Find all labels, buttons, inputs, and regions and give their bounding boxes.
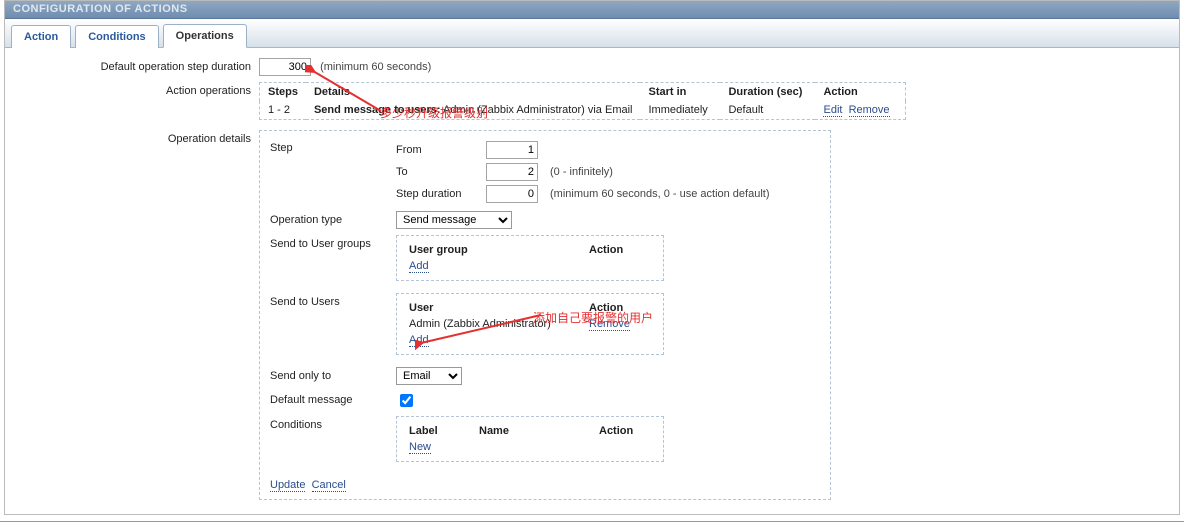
from-label: From bbox=[396, 139, 486, 161]
send-only-to-select[interactable]: Email bbox=[396, 367, 462, 385]
default-step-duration-label: Default operation step duration bbox=[13, 58, 259, 76]
step-duration-input[interactable] bbox=[486, 185, 538, 203]
conditions-box: Label Name Action New bbox=[396, 416, 664, 462]
default-step-duration-input[interactable] bbox=[259, 58, 311, 76]
user-group-add[interactable]: Add bbox=[409, 260, 429, 273]
to-label: To bbox=[396, 161, 486, 183]
details-cancel[interactable]: Cancel bbox=[312, 479, 346, 492]
conditions-new[interactable]: New bbox=[409, 441, 431, 454]
to-input[interactable] bbox=[486, 163, 538, 181]
step-duration-hint: (minimum 60 seconds, 0 - use action defa… bbox=[550, 188, 770, 200]
ops-row-edit[interactable]: Edit bbox=[823, 104, 842, 117]
step-label: Step bbox=[270, 139, 396, 154]
step-duration-label: Step duration bbox=[396, 183, 486, 205]
details-update[interactable]: Update bbox=[270, 479, 305, 492]
ops-row-startin: Immediately bbox=[640, 101, 720, 120]
operation-details-box: Step From To bbox=[259, 130, 831, 500]
ops-row-remove[interactable]: Remove bbox=[849, 104, 890, 117]
users-col2: Action bbox=[585, 300, 655, 316]
users-row-remove[interactable]: Remove bbox=[589, 318, 630, 331]
user-group-col1: User group bbox=[405, 242, 585, 258]
user-group-col2: Action bbox=[585, 242, 655, 258]
conditions-col3: Action bbox=[595, 423, 655, 439]
ops-row-details-rest: Admin (Zabbix Administrator) via Email bbox=[441, 104, 633, 116]
to-hint: (0 - infinitely) bbox=[550, 166, 613, 178]
operation-type-select[interactable]: Send message bbox=[396, 211, 512, 229]
action-operations-label: Action operations bbox=[13, 82, 259, 120]
from-input[interactable] bbox=[486, 141, 538, 159]
ops-col-startin: Start in bbox=[640, 83, 720, 102]
default-message-label: Default message bbox=[270, 391, 396, 406]
tabs-row: Action Conditions Operations bbox=[5, 19, 1179, 48]
conditions-col1: Label bbox=[405, 423, 475, 439]
page-header: CONFIGURATION OF ACTIONS bbox=[5, 1, 1179, 19]
default-message-checkbox[interactable] bbox=[400, 394, 413, 407]
ops-row-duration: Default bbox=[720, 101, 815, 120]
tab-operations[interactable]: Operations bbox=[163, 24, 247, 48]
ops-col-steps: Steps bbox=[260, 83, 306, 102]
operation-details-label: Operation details bbox=[13, 130, 259, 500]
tab-action[interactable]: Action bbox=[11, 25, 71, 48]
ops-col-action: Action bbox=[815, 83, 905, 102]
user-group-box: User group Action Add bbox=[396, 235, 664, 281]
send-only-to-label: Send only to bbox=[270, 367, 396, 382]
conditions-col2: Name bbox=[475, 423, 595, 439]
send-to-user-groups-label: Send to User groups bbox=[270, 235, 396, 250]
tab-conditions[interactable]: Conditions bbox=[75, 25, 158, 48]
ops-col-duration: Duration (sec) bbox=[720, 83, 815, 102]
operation-type-label: Operation type bbox=[270, 211, 396, 226]
ops-row-steps: 1 - 2 bbox=[260, 101, 306, 120]
conditions-label: Conditions bbox=[270, 416, 396, 431]
send-to-users-label: Send to Users bbox=[270, 293, 396, 308]
